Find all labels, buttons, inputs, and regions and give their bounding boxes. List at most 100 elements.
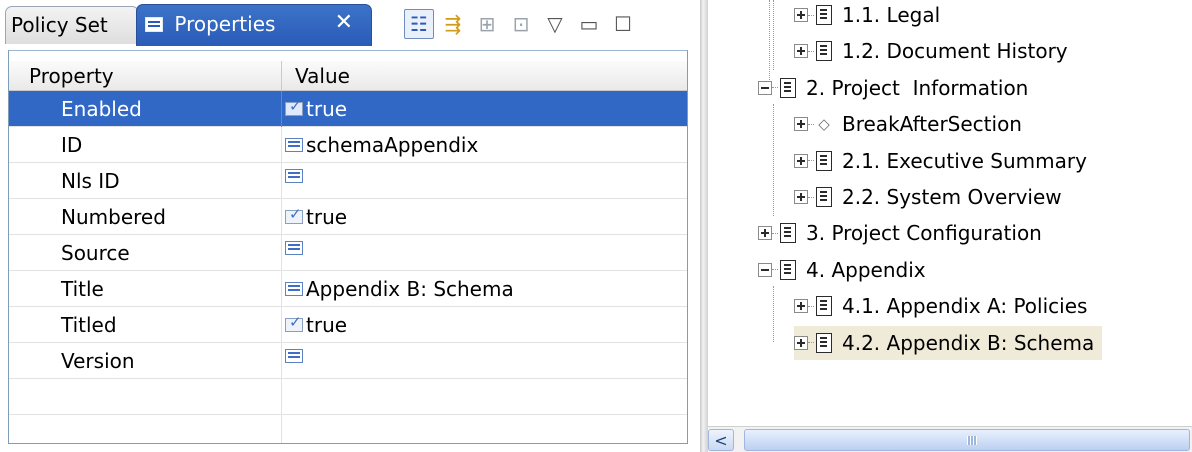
expand-icon[interactable] <box>794 299 808 314</box>
property-value-cell[interactable]: true <box>285 205 347 229</box>
property-name: Version <box>61 349 135 373</box>
tree-node[interactable]: 2.1. Executive Summary <box>794 144 1087 178</box>
tree-node-label: 1.2. Document History <box>842 39 1068 64</box>
property-value: schemaAppendix <box>306 133 479 157</box>
column-separator[interactable] <box>281 61 282 91</box>
property-value-cell[interactable] <box>285 349 306 363</box>
table-row[interactable]: ID schemaAppendix <box>9 127 687 163</box>
tree-node[interactable]: ◇ BreakAfterSection <box>794 107 1022 141</box>
table-row[interactable]: Version <box>9 343 687 379</box>
text-icon <box>285 138 303 152</box>
table-row[interactable]: Source <box>9 235 687 271</box>
pane-splitter[interactable] <box>700 0 708 452</box>
column-separator <box>281 91 282 127</box>
tab-properties-label: Properties <box>174 12 276 36</box>
property-value-cell[interactable] <box>285 169 306 183</box>
table-row[interactable]: Titled true <box>9 307 687 343</box>
tab-properties[interactable]: Properties ✕ <box>136 4 372 46</box>
tree-node-label: 4. Appendix <box>806 257 926 282</box>
filter-glyph: ⊞ <box>478 12 496 36</box>
show-categories-icon[interactable]: ☷ <box>404 9 434 39</box>
property-value: true <box>306 205 348 229</box>
column-separator <box>281 199 282 235</box>
document-icon <box>816 296 832 317</box>
boolean-icon <box>285 313 303 332</box>
column-header-value[interactable]: Value <box>295 64 350 88</box>
property-name: Titled <box>61 313 117 337</box>
tree-node[interactable]: 1.2. Document History <box>794 34 1068 68</box>
document-icon <box>780 223 796 244</box>
tree-node-label: 4.1. Appendix A: Policies <box>842 294 1088 319</box>
expand-icon[interactable] <box>794 117 808 132</box>
scroll-left-glyph: < <box>714 430 728 450</box>
scroll-left-icon[interactable]: < <box>708 429 734 451</box>
tree-connector <box>772 87 778 89</box>
horizontal-scrollbar[interactable]: < <box>708 426 1192 452</box>
expand-icon[interactable] <box>794 335 808 350</box>
filter-icon[interactable]: ⊞ <box>472 9 502 39</box>
tree-guide-line <box>773 0 774 70</box>
document-icon <box>816 332 832 353</box>
column-separator <box>281 343 282 379</box>
tree-node[interactable]: 4.2. Appendix B: Schema <box>794 325 1103 360</box>
expand-icon[interactable] <box>794 190 808 204</box>
tree-node[interactable]: 1.1. Legal <box>794 0 940 32</box>
expand-icon[interactable] <box>794 44 808 59</box>
tree-node[interactable]: 2. Project Information <box>758 71 1028 105</box>
tree-node[interactable]: 2.2. System Overview <box>794 180 1062 214</box>
tree-connector <box>808 50 814 52</box>
tree-connector <box>808 196 814 198</box>
tree-node[interactable]: 3. Project Configuration <box>758 216 1042 250</box>
property-value-cell[interactable]: true <box>285 313 347 337</box>
table-row[interactable]: Nls ID <box>9 163 687 199</box>
properties-table-header: Property Value <box>9 61 687 91</box>
property-value-cell[interactable]: schemaAppendix <box>285 133 478 157</box>
property-value-cell[interactable]: Appendix B: Schema <box>285 277 514 301</box>
maximize-glyph: ☐ <box>614 12 632 36</box>
restore-default-glyph: ⊡ <box>512 12 530 36</box>
close-icon[interactable]: ✕ <box>335 10 353 35</box>
expand-icon[interactable] <box>758 226 772 241</box>
restore-default-icon[interactable]: ⊡ <box>506 9 536 39</box>
text-icon <box>285 282 303 296</box>
property-value-cell[interactable]: true <box>285 97 347 121</box>
property-name: Numbered <box>61 205 166 229</box>
view-tab-strip: Policy Set Properties ✕ ☷ ⇶ ⊞ ⊡ ▽ ▭ ☐ <box>0 0 694 50</box>
expand-icon[interactable] <box>794 8 808 22</box>
empty-row <box>9 379 687 415</box>
property-value-cell[interactable] <box>285 241 306 255</box>
view-menu-icon[interactable]: ▽ <box>540 9 570 39</box>
column-header-property[interactable]: Property <box>29 64 114 88</box>
scrollbar-thumb[interactable] <box>744 429 1190 451</box>
text-icon <box>285 169 303 183</box>
property-name: Nls ID <box>61 169 120 193</box>
boolean-icon <box>285 205 303 224</box>
tab-policy-set-label: Policy Set <box>11 13 108 37</box>
tab-policy-set[interactable]: Policy Set <box>5 6 139 44</box>
show-advanced-icon[interactable]: ⇶ <box>438 9 468 39</box>
document-icon <box>816 5 832 25</box>
minimize-icon[interactable]: ▭ <box>574 9 604 39</box>
tree-node-label: 2. Project Information <box>806 75 1029 100</box>
expand-icon[interactable] <box>794 153 808 168</box>
scrollbar-grip <box>967 436 977 445</box>
table-row[interactable]: Numbered true <box>9 199 687 235</box>
table-row[interactable]: Enabled true <box>9 91 687 127</box>
property-value: true <box>306 313 348 337</box>
properties-table: Property Value Enabled true ID schemaAppend… <box>8 50 688 444</box>
maximize-icon[interactable]: ☐ <box>608 9 638 39</box>
document-icon <box>780 77 796 98</box>
tree-connector <box>772 232 778 234</box>
tree-node[interactable]: 4. Appendix <box>758 253 926 287</box>
document-icon <box>816 187 832 207</box>
tree-node-label: 2.1. Executive Summary <box>842 148 1087 173</box>
table-row[interactable]: Title Appendix B: Schema <box>9 271 687 307</box>
collapse-icon[interactable] <box>758 262 772 277</box>
document-icon <box>816 41 832 62</box>
tree-node-label: 1.1. Legal <box>842 3 941 27</box>
tree-connector <box>808 160 814 162</box>
collapse-icon[interactable] <box>758 80 772 95</box>
boolean-icon <box>285 97 303 116</box>
tree-node[interactable]: 4.1. Appendix A: Policies <box>794 289 1087 323</box>
tree-guide-line <box>773 104 774 216</box>
